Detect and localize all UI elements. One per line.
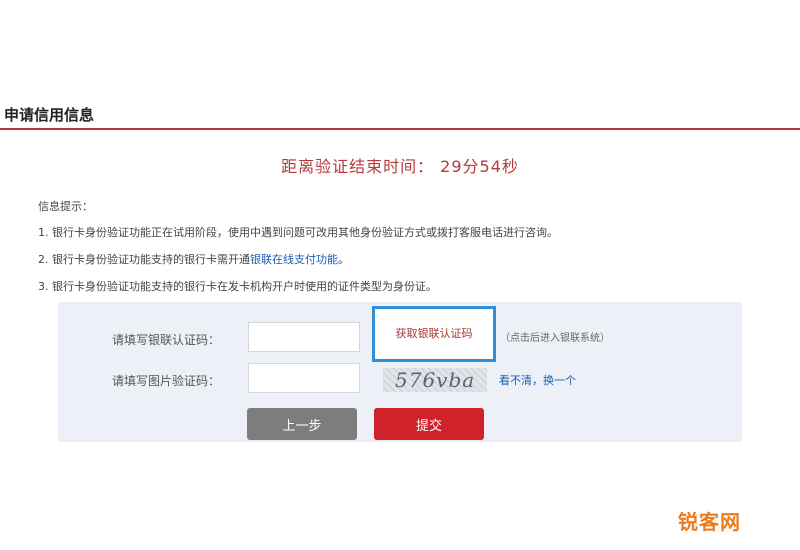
unionpay-code-input[interactable] bbox=[248, 322, 360, 352]
refresh-captcha-link[interactable]: 看不清，换一个 bbox=[499, 372, 576, 388]
tip-suffix: 。 bbox=[338, 253, 349, 266]
tip-item-2: 2. 银行卡身份验证功能支持的银行卡需开通银联在线支付功能。 bbox=[38, 251, 558, 268]
tips-title: 信息提示： bbox=[38, 200, 93, 213]
watermark-logo: 锐客网 bbox=[678, 510, 741, 534]
captcha-label: 请填写图片验证码： bbox=[112, 374, 221, 388]
tip-text: 3. 银行卡身份验证功能支持的银行卡在发卡机构开户时使用的证件类型为身份证。 bbox=[38, 280, 437, 293]
title-divider bbox=[0, 128, 800, 130]
previous-step-button[interactable]: 上一步 bbox=[247, 408, 357, 440]
tip-text: 1. 银行卡身份验证功能正在试用阶段，使用中遇到问题可改用其他身份验证方式或拨打… bbox=[38, 226, 558, 239]
tip-item-3: 3. 银行卡身份验证功能支持的银行卡在发卡机构开户时使用的证件类型为身份证。 bbox=[38, 278, 558, 295]
tip-text: 2. 银行卡身份验证功能支持的银行卡需开通 bbox=[38, 253, 250, 266]
unionpay-online-payment-link[interactable]: 银联在线支付功能 bbox=[250, 253, 338, 266]
section-title: 申请信用信息 bbox=[4, 106, 95, 124]
info-tips: 信息提示： 1. 银行卡身份验证功能正在试用阶段，使用中遇到问题可改用其他身份验… bbox=[38, 198, 558, 305]
captcha-image: 576vba bbox=[383, 368, 487, 392]
countdown-timer: 距离验证结束时间： 29分54秒 bbox=[281, 157, 519, 176]
top-blank-area bbox=[0, 0, 800, 100]
get-unionpay-code-button[interactable]: 获取银联认证码 bbox=[372, 306, 496, 362]
unionpay-code-label: 请填写银联认证码： bbox=[112, 333, 221, 347]
captcha-input[interactable] bbox=[248, 363, 360, 393]
get-code-hint: （点击后进入银联系统） bbox=[500, 333, 610, 344]
submit-button[interactable]: 提交 bbox=[374, 408, 484, 440]
page: 申请信用信息 距离验证结束时间： 29分54秒 信息提示： 1. 银行卡身份验证… bbox=[0, 0, 800, 550]
tip-item-1: 1. 银行卡身份验证功能正在试用阶段，使用中遇到问题可改用其他身份验证方式或拨打… bbox=[38, 224, 558, 241]
